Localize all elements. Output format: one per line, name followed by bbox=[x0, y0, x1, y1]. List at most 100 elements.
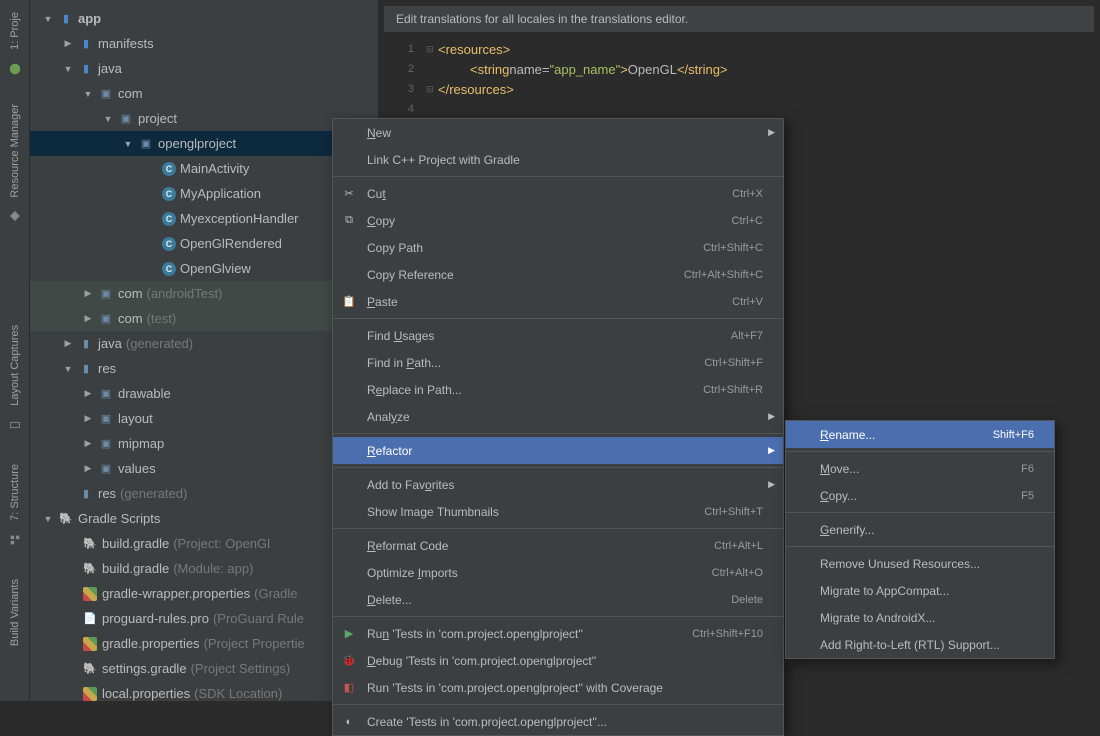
tree-node-res-generated[interactable]: ▮ res (generated) bbox=[30, 481, 378, 506]
tree-label: mipmap bbox=[118, 436, 164, 451]
tree-node-drawable[interactable]: ▣ drawable bbox=[30, 381, 378, 406]
tree-node-app[interactable]: ▮ app bbox=[30, 6, 378, 31]
tree-node-java[interactable]: ▮ java bbox=[30, 56, 378, 81]
chevron-down-icon[interactable] bbox=[122, 139, 134, 149]
menu-item[interactable]: Generify... bbox=[786, 516, 1054, 543]
diamond-icon bbox=[8, 209, 22, 223]
menu-item[interactable]: ◧Run 'Tests in 'com.project.openglprojec… bbox=[333, 674, 783, 701]
rail-layout-captures[interactable]: Layout Captures bbox=[7, 317, 23, 414]
tree-node-java-generated[interactable]: ▮ java (generated) bbox=[30, 331, 378, 356]
tree-node-properties[interactable]: local.properties (SDK Location) bbox=[30, 681, 378, 701]
chevron-right-icon[interactable] bbox=[82, 413, 94, 424]
menu-item[interactable]: Migrate to AndroidX... bbox=[786, 604, 1054, 631]
menu-separator bbox=[333, 433, 783, 434]
menu-item[interactable]: Reformat CodeCtrl+Alt+L bbox=[333, 532, 783, 559]
tree-node-properties[interactable]: gradle-wrapper.properties (Gradle bbox=[30, 581, 378, 606]
properties-icon bbox=[82, 636, 98, 652]
menu-item-label: Find in Path... bbox=[367, 356, 704, 370]
menu-shortcut: Ctrl+Shift+F10 bbox=[692, 628, 763, 640]
menu-item[interactable]: ▶Run 'Tests in 'com.project.openglprojec… bbox=[333, 620, 783, 647]
tree-node-res[interactable]: ▮ res bbox=[30, 356, 378, 381]
menu-item[interactable]: ⧉CopyCtrl+C bbox=[333, 207, 783, 234]
menu-item-label: Analyze bbox=[367, 410, 763, 424]
menu-item[interactable]: Rename...Shift+F6 bbox=[786, 421, 1054, 448]
chevron-down-icon[interactable] bbox=[62, 364, 74, 374]
menu-item[interactable]: Remove Unused Resources... bbox=[786, 550, 1054, 577]
fold-icon[interactable]: ⊟ bbox=[426, 84, 438, 95]
tree-node-properties[interactable]: gradle.properties (Project Propertie bbox=[30, 631, 378, 656]
menu-item-label: Add Right-to-Left (RTL) Support... bbox=[820, 638, 1034, 652]
tree-node-project[interactable]: ▣ project bbox=[30, 106, 378, 131]
menu-item[interactable]: 📋PasteCtrl+V bbox=[333, 288, 783, 315]
chevron-right-icon[interactable] bbox=[82, 288, 94, 299]
menu-item[interactable]: Replace in Path...Ctrl+Shift+R bbox=[333, 376, 783, 403]
menu-item[interactable]: Migrate to AppCompat... bbox=[786, 577, 1054, 604]
menu-item[interactable]: ✂CutCtrl+X bbox=[333, 180, 783, 207]
menu-item[interactable]: Copy...F5 bbox=[786, 482, 1054, 509]
rail-project-tab[interactable]: 1: Proje bbox=[7, 4, 23, 58]
chevron-down-icon[interactable] bbox=[42, 514, 54, 524]
menu-item[interactable]: Find in Path...Ctrl+Shift+F bbox=[333, 349, 783, 376]
menu-item[interactable]: Find UsagesAlt+F7 bbox=[333, 322, 783, 349]
tree-node-buildgradle[interactable]: 🐘 build.gradle (Module: app) bbox=[30, 556, 378, 581]
tree-label: proguard-rules.pro bbox=[102, 611, 209, 626]
tree-node-layout[interactable]: ▣ layout bbox=[30, 406, 378, 431]
cut-icon: ✂ bbox=[341, 186, 357, 202]
menu-item-label: Optimize Imports bbox=[367, 566, 712, 580]
chevron-down-icon[interactable] bbox=[42, 14, 54, 24]
menu-item[interactable]: Add to Favorites▶ bbox=[333, 471, 783, 498]
menu-item[interactable]: Add Right-to-Left (RTL) Support... bbox=[786, 631, 1054, 658]
chevron-right-icon[interactable] bbox=[82, 313, 94, 324]
chevron-right-icon[interactable] bbox=[62, 38, 74, 49]
context-menu[interactable]: New▶Link C++ Project with Gradle ✂CutCtrl… bbox=[332, 118, 784, 736]
tree-node-com-test[interactable]: ▣ com (test) bbox=[30, 306, 378, 331]
tree-node-mipmap[interactable]: ▣ mipmap bbox=[30, 431, 378, 456]
refactor-submenu[interactable]: Rename...Shift+F6 Move...F6Copy...F5 Gener… bbox=[785, 420, 1055, 659]
properties-icon bbox=[82, 686, 98, 702]
menu-item[interactable]: Analyze▶ bbox=[333, 403, 783, 430]
translations-hint-bar[interactable]: Edit translations for all locales in the… bbox=[384, 6, 1094, 33]
menu-item[interactable]: Link C++ Project with Gradle bbox=[333, 146, 783, 173]
menu-item[interactable]: Copy PathCtrl+Shift+C bbox=[333, 234, 783, 261]
rail-structure[interactable]: 7: Structure bbox=[7, 456, 23, 529]
tree-node-class[interactable]: C MyApplication bbox=[30, 181, 378, 206]
code-editor[interactable]: 1 ⊟ <resources> 2 <string name= "app_nam… bbox=[378, 35, 1100, 123]
rail-build-variants[interactable]: Build Variants bbox=[7, 571, 23, 654]
menu-item[interactable]: Show Image ThumbnailsCtrl+Shift+T bbox=[333, 498, 783, 525]
menu-item-label: Copy bbox=[367, 214, 732, 228]
fold-icon[interactable]: ⊟ bbox=[426, 44, 438, 55]
tree-label: res bbox=[98, 361, 116, 376]
tree-node-proguard[interactable]: 📄 proguard-rules.pro (ProGuard Rule bbox=[30, 606, 378, 631]
chevron-right-icon[interactable] bbox=[82, 463, 94, 474]
tree-node-class[interactable]: C OpenGlview bbox=[30, 256, 378, 281]
menu-item[interactable]: 🐞Debug 'Tests in 'com.project.openglproj… bbox=[333, 647, 783, 674]
menu-item[interactable]: Move...F6 bbox=[786, 455, 1054, 482]
tree-node-settings-gradle[interactable]: 🐘 settings.gradle (Project Settings) bbox=[30, 656, 378, 681]
rail-resource-manager[interactable]: Resource Manager bbox=[7, 96, 23, 206]
chevron-down-icon[interactable] bbox=[102, 114, 114, 124]
tree-node-com[interactable]: ▣ com bbox=[30, 81, 378, 106]
tree-node-class[interactable]: C MyexceptionHandler bbox=[30, 206, 378, 231]
menu-item[interactable]: Optimize ImportsCtrl+Alt+O bbox=[333, 559, 783, 586]
tree-node-manifests[interactable]: ▮ manifests bbox=[30, 31, 378, 56]
tree-node-openglproject[interactable]: ▣ openglproject bbox=[30, 131, 378, 156]
tree-node-class[interactable]: C MainActivity bbox=[30, 156, 378, 181]
tree-label: java bbox=[98, 61, 122, 76]
tree-node-buildgradle[interactable]: 🐘 build.gradle (Project: OpenGl bbox=[30, 531, 378, 556]
chevron-down-icon[interactable] bbox=[82, 89, 94, 99]
chevron-right-icon[interactable] bbox=[82, 388, 94, 399]
tree-node-com-androidtest[interactable]: ▣ com (androidTest) bbox=[30, 281, 378, 306]
menu-item[interactable]: ◐Create 'Tests in 'com.project.openglpro… bbox=[333, 708, 783, 735]
chevron-right-icon[interactable] bbox=[82, 438, 94, 449]
project-tree[interactable]: ▮ app ▮ manifests ▮ java ▣ com ▣ project… bbox=[30, 0, 378, 701]
tree-node-class[interactable]: C OpenGlRendered bbox=[30, 231, 378, 256]
chevron-right-icon[interactable] bbox=[62, 338, 74, 349]
tree-node-values[interactable]: ▣ values bbox=[30, 456, 378, 481]
menu-item[interactable]: Delete...Delete bbox=[333, 586, 783, 613]
tree-node-gradle-scripts[interactable]: 🐘 Gradle Scripts bbox=[30, 506, 378, 531]
code-token: </string> bbox=[677, 62, 728, 77]
menu-item[interactable]: Copy ReferenceCtrl+Alt+Shift+C bbox=[333, 261, 783, 288]
menu-item[interactable]: New▶ bbox=[333, 119, 783, 146]
chevron-down-icon[interactable] bbox=[62, 64, 74, 74]
menu-item[interactable]: Refactor▶ bbox=[333, 437, 783, 464]
